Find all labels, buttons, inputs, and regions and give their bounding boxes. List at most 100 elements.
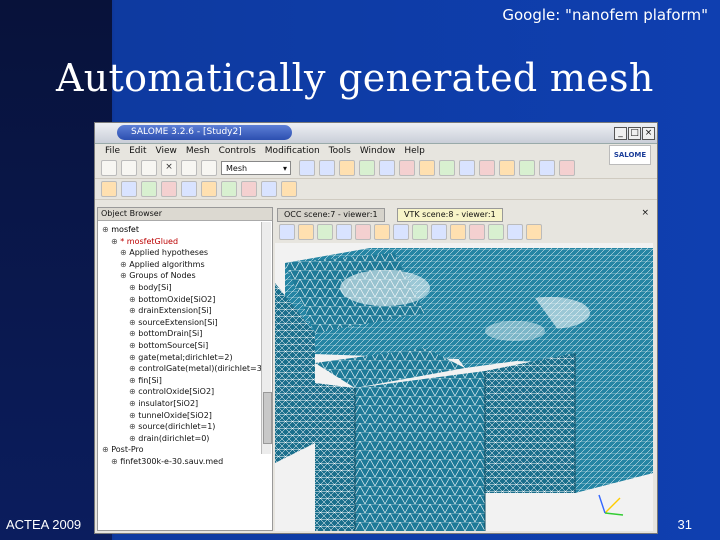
expand-icon[interactable]: ⊕ bbox=[111, 457, 120, 466]
hypothesis-icon[interactable] bbox=[439, 160, 455, 176]
save-icon[interactable] bbox=[141, 160, 157, 176]
tree-item[interactable]: ⊕ tunnelOxide[SiO2] bbox=[102, 410, 270, 422]
pyramid-icon[interactable] bbox=[241, 181, 257, 197]
tree-item[interactable]: ⊕ * mosfetGlued bbox=[102, 236, 270, 248]
triangle-icon[interactable] bbox=[141, 181, 157, 197]
expand-icon[interactable]: ⊕ bbox=[129, 364, 138, 373]
tree-item[interactable]: ⊕ Applied hypotheses bbox=[102, 247, 270, 259]
tree-item[interactable]: ⊕ bottomSource[Si] bbox=[102, 340, 270, 352]
submesh-icon[interactable] bbox=[459, 160, 475, 176]
rotate-icon[interactable] bbox=[374, 224, 390, 240]
tree-item[interactable]: ⊕ gate(metal;dirichlet=2) bbox=[102, 352, 270, 364]
window-title[interactable]: SALOME 3.2.6 - [Study2] bbox=[117, 125, 292, 140]
menu-modification[interactable]: Modification bbox=[265, 146, 320, 156]
tree-item[interactable]: ⊕ insulator[SiO2] bbox=[102, 398, 270, 410]
tree-item[interactable]: ⊕ mosfet bbox=[102, 224, 270, 236]
view-top-icon[interactable] bbox=[431, 224, 447, 240]
expand-icon[interactable]: ⊕ bbox=[111, 237, 120, 246]
prism-icon[interactable] bbox=[221, 181, 237, 197]
menu-controls[interactable]: Controls bbox=[219, 146, 256, 156]
expand-icon[interactable]: ⊕ bbox=[129, 387, 138, 396]
tree-item[interactable]: ⊕ bottomOxide[SiO2] bbox=[102, 294, 270, 306]
expand-icon[interactable]: ⊕ bbox=[129, 283, 138, 292]
dump-view-icon[interactable] bbox=[279, 224, 295, 240]
mesh-icon[interactable] bbox=[319, 160, 335, 176]
expand-icon[interactable]: ⊕ bbox=[129, 295, 138, 304]
module-selector[interactable]: Mesh bbox=[221, 161, 291, 176]
supervisor-icon[interactable] bbox=[359, 160, 375, 176]
tree-item[interactable]: ⊕ Groups of Nodes bbox=[102, 270, 270, 282]
view-front-icon[interactable] bbox=[393, 224, 409, 240]
mesh-viewport[interactable] bbox=[275, 243, 653, 531]
menu-edit[interactable]: Edit bbox=[129, 146, 146, 156]
edge-icon[interactable] bbox=[121, 181, 137, 197]
expand-icon[interactable]: ⊕ bbox=[129, 434, 138, 443]
view-left-icon[interactable] bbox=[469, 224, 485, 240]
quadrangle-icon[interactable] bbox=[161, 181, 177, 197]
tree-item[interactable]: ⊕ controlOxide[SiO2] bbox=[102, 386, 270, 398]
scrollbar-thumb[interactable] bbox=[263, 392, 272, 444]
view-right-icon[interactable] bbox=[488, 224, 504, 240]
expand-icon[interactable]: ⊕ bbox=[120, 248, 129, 257]
tree-item[interactable]: ⊕ bottomDrain[Si] bbox=[102, 328, 270, 340]
reset-view-icon[interactable] bbox=[507, 224, 523, 240]
paste-icon[interactable] bbox=[201, 160, 217, 176]
info-icon[interactable] bbox=[499, 160, 515, 176]
expand-icon[interactable]: ⊕ bbox=[129, 399, 138, 408]
expand-icon[interactable]: ⊕ bbox=[129, 422, 138, 431]
tree-item[interactable]: ⊕ Post-Pro bbox=[102, 444, 270, 456]
close-doc-icon[interactable]: × bbox=[161, 160, 177, 176]
expand-icon[interactable]: ⊕ bbox=[102, 445, 111, 454]
post-pro-icon[interactable] bbox=[339, 160, 355, 176]
remove-icon[interactable] bbox=[281, 181, 297, 197]
minimize-icon[interactable]: _ bbox=[614, 127, 627, 140]
filter-icon[interactable] bbox=[399, 160, 415, 176]
browser-scrollbar[interactable] bbox=[261, 222, 272, 454]
view-bottom-icon[interactable] bbox=[450, 224, 466, 240]
tree-item[interactable]: ⊕ body[Si] bbox=[102, 282, 270, 294]
geometry-icon[interactable] bbox=[299, 160, 315, 176]
pan-icon[interactable] bbox=[355, 224, 371, 240]
expand-icon[interactable]: ⊕ bbox=[120, 260, 129, 269]
close-icon[interactable]: × bbox=[642, 127, 655, 140]
menu-mesh[interactable]: Mesh bbox=[186, 146, 210, 156]
close-viewer-icon[interactable]: × bbox=[641, 208, 649, 218]
expand-icon[interactable]: ⊕ bbox=[129, 341, 138, 350]
expand-icon[interactable]: ⊕ bbox=[129, 318, 138, 327]
tab-vtk-viewer[interactable]: VTK scene:8 - viewer:1 bbox=[397, 208, 503, 222]
tree-item[interactable]: ⊕ sourceExtension[Si] bbox=[102, 317, 270, 329]
tree-item[interactable]: ⊕ source(dirichlet=1) bbox=[102, 421, 270, 433]
expand-icon[interactable]: ⊕ bbox=[129, 411, 138, 420]
open-file-icon[interactable] bbox=[121, 160, 137, 176]
tree-item[interactable]: ⊕ finfet300k-e-30.sauv.med bbox=[102, 456, 270, 468]
vtk-icon[interactable] bbox=[379, 160, 395, 176]
tree-item[interactable]: ⊕ drain(dirichlet=0) bbox=[102, 433, 270, 445]
numbering-icon[interactable] bbox=[539, 160, 555, 176]
compute-icon[interactable] bbox=[419, 160, 435, 176]
copy-icon[interactable] bbox=[181, 160, 197, 176]
tree-item[interactable]: ⊕ fin[Si] bbox=[102, 375, 270, 387]
color-icon[interactable] bbox=[559, 160, 575, 176]
tetra-icon[interactable] bbox=[181, 181, 197, 197]
tree-item[interactable]: ⊕ drainExtension[Si] bbox=[102, 305, 270, 317]
display-icon[interactable] bbox=[519, 160, 535, 176]
trihedron-icon[interactable] bbox=[298, 224, 314, 240]
hexa-icon[interactable] bbox=[201, 181, 217, 197]
view-back-icon[interactable] bbox=[412, 224, 428, 240]
menu-tools[interactable]: Tools bbox=[329, 146, 351, 156]
fit-all-icon[interactable] bbox=[317, 224, 333, 240]
menu-view[interactable]: View bbox=[156, 146, 177, 156]
menu-help[interactable]: Help bbox=[404, 146, 425, 156]
tree-item[interactable]: ⊕ controlGate(metal)(dirichlet=3) bbox=[102, 363, 270, 375]
expand-icon[interactable]: ⊕ bbox=[129, 329, 138, 338]
menu-window[interactable]: Window bbox=[360, 146, 396, 156]
tab-occ-viewer[interactable]: OCC scene:7 - viewer:1 bbox=[277, 208, 385, 222]
expand-icon[interactable]: ⊕ bbox=[120, 271, 129, 280]
menu-file[interactable]: File bbox=[105, 146, 120, 156]
polyhedron-icon[interactable] bbox=[261, 181, 277, 197]
new-file-icon[interactable] bbox=[101, 160, 117, 176]
expand-icon[interactable]: ⊕ bbox=[129, 376, 138, 385]
expand-icon[interactable]: ⊕ bbox=[129, 353, 138, 362]
tree-item[interactable]: ⊕ Applied algorithms bbox=[102, 259, 270, 271]
maximize-icon[interactable]: □ bbox=[628, 127, 641, 140]
